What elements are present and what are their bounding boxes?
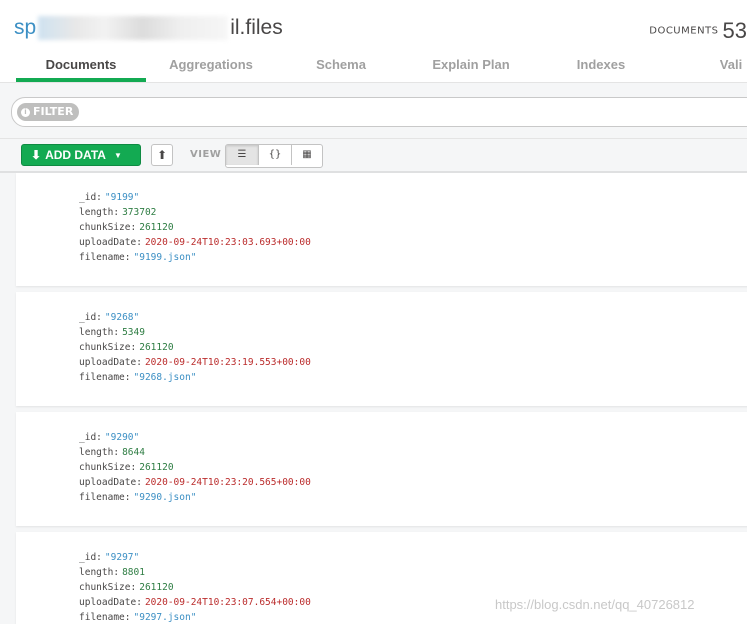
field-filename: filename: "9290.json" <box>79 492 197 503</box>
field-filename: filename: "9297.json" <box>79 612 197 623</box>
field-value[interactable]: 261120 <box>139 342 173 353</box>
field-chunksize: chunkSize: 261120 <box>79 222 174 233</box>
field-value[interactable]: "9199.json" <box>134 252 197 263</box>
tab-aggregations[interactable]: Aggregations <box>146 52 276 82</box>
field-chunksize: chunkSize: 261120 <box>79 582 174 593</box>
add-data-button[interactable]: ⬇ ADD DATA ▼ <box>21 144 141 166</box>
field-value[interactable]: "9290" <box>105 432 139 443</box>
field-value[interactable]: 2020-09-24T10:23:20.565+00:00 <box>145 477 311 488</box>
document-count-value: 53 <box>722 18 747 43</box>
redacted-region <box>38 16 229 41</box>
field-value[interactable]: "9268" <box>105 312 139 323</box>
documents-toolbar: ⬇ ADD DATA ▼ ⬆ VIEW ☰ {} ▦ <box>0 139 747 173</box>
field-value[interactable]: "9290.json" <box>134 492 197 503</box>
field-value[interactable]: 2020-09-24T10:23:07.654+00:00 <box>145 597 311 608</box>
list-view-icon[interactable]: ☰ <box>226 145 259 165</box>
field-value[interactable]: 261120 <box>139 222 173 233</box>
watermark-text: https://blog.csdn.net/qq_40726812 <box>495 597 695 612</box>
field-uploaddate: uploadDate: 2020-09-24T10:23:19.553+00:00 <box>79 357 311 368</box>
filter-pill[interactable]: i FILTER <box>17 103 80 121</box>
field-value[interactable]: 2020-09-24T10:23:03.693+00:00 <box>145 237 311 248</box>
field-value[interactable]: 2020-09-24T10:23:19.553+00:00 <box>145 357 311 368</box>
document-count: DOCUMENTS 53 <box>649 18 747 44</box>
field-id: _id: "9290" <box>79 432 140 443</box>
tab-explain-plan[interactable]: Explain Plan <box>406 52 536 82</box>
field-value[interactable]: 8801 <box>122 567 145 578</box>
filter-label: FILTER <box>33 105 74 118</box>
view-switcher: ☰ {} ▦ <box>225 144 323 168</box>
field-id: _id: "9199" <box>79 192 140 203</box>
field-value[interactable]: 373702 <box>122 207 156 218</box>
tab-documents[interactable]: Documents <box>16 52 146 82</box>
field-uploaddate: uploadDate: 2020-09-24T10:23:03.693+00:00 <box>79 237 311 248</box>
field-value[interactable]: "9297" <box>105 552 139 563</box>
field-value[interactable]: 261120 <box>139 582 173 593</box>
table-view-icon[interactable]: ▦ <box>292 145 322 165</box>
info-icon: i <box>21 107 30 117</box>
tab-validation[interactable]: Vali <box>666 52 747 82</box>
view-label: VIEW <box>190 149 222 160</box>
field-value[interactable]: 5349 <box>122 327 145 338</box>
field-value[interactable]: "9199" <box>105 192 139 203</box>
field-uploaddate: uploadDate: 2020-09-24T10:23:20.565+00:00 <box>79 477 311 488</box>
field-value[interactable]: "9297.json" <box>134 612 197 623</box>
field-value[interactable]: "9268.json" <box>134 372 197 383</box>
caret-down-icon: ▼ <box>113 150 122 160</box>
namespace-collection: il.files <box>230 16 283 39</box>
tab-schema[interactable]: Schema <box>276 52 406 82</box>
tab-indexes[interactable]: Indexes <box>536 52 666 82</box>
field-length: length: 8801 <box>79 567 145 578</box>
document-list: _id: "9199" length: 373702 chunkSize: 26112… <box>0 173 747 624</box>
filter-input[interactable]: i FILTER <box>11 97 747 127</box>
json-view-icon[interactable]: {} <box>259 145 292 165</box>
field-length: length: 5349 <box>79 327 145 338</box>
document-card[interactable]: _id: "9199" length: 373702 chunkSize: 26112… <box>16 173 747 286</box>
namespace-title: sp il.files <box>14 16 283 41</box>
download-icon: ⬇ <box>31 148 42 162</box>
collection-tabs: Documents Aggregations Schema Explain Pl… <box>16 52 747 82</box>
field-id: _id: "9268" <box>79 312 140 323</box>
namespace-db[interactable]: sp <box>14 16 36 39</box>
field-filename: filename: "9268.json" <box>79 372 197 383</box>
query-bar: i FILTER <box>0 83 747 139</box>
export-button[interactable]: ⬆ <box>151 144 173 166</box>
field-value[interactable]: 8644 <box>122 447 145 458</box>
document-count-label: DOCUMENTS <box>649 25 719 37</box>
field-chunksize: chunkSize: 261120 <box>79 462 174 473</box>
add-data-label: ADD DATA <box>45 148 106 162</box>
document-card[interactable]: _id: "9290" length: 8644 chunkSize: 261120 … <box>16 412 747 526</box>
field-uploaddate: uploadDate: 2020-09-24T10:23:07.654+00:00 <box>79 597 311 608</box>
field-filename: filename: "9199.json" <box>79 252 197 263</box>
collection-header: sp il.files DOCUMENTS 53 Documents Aggrega… <box>0 0 747 83</box>
field-chunksize: chunkSize: 261120 <box>79 342 174 353</box>
field-length: length: 8644 <box>79 447 145 458</box>
document-card[interactable]: _id: "9268" length: 5349 chunkSize: 261120 … <box>16 292 747 406</box>
export-icon: ⬆ <box>156 148 168 162</box>
field-id: _id: "9297" <box>79 552 140 563</box>
field-length: length: 373702 <box>79 207 157 218</box>
field-value[interactable]: 261120 <box>139 462 173 473</box>
